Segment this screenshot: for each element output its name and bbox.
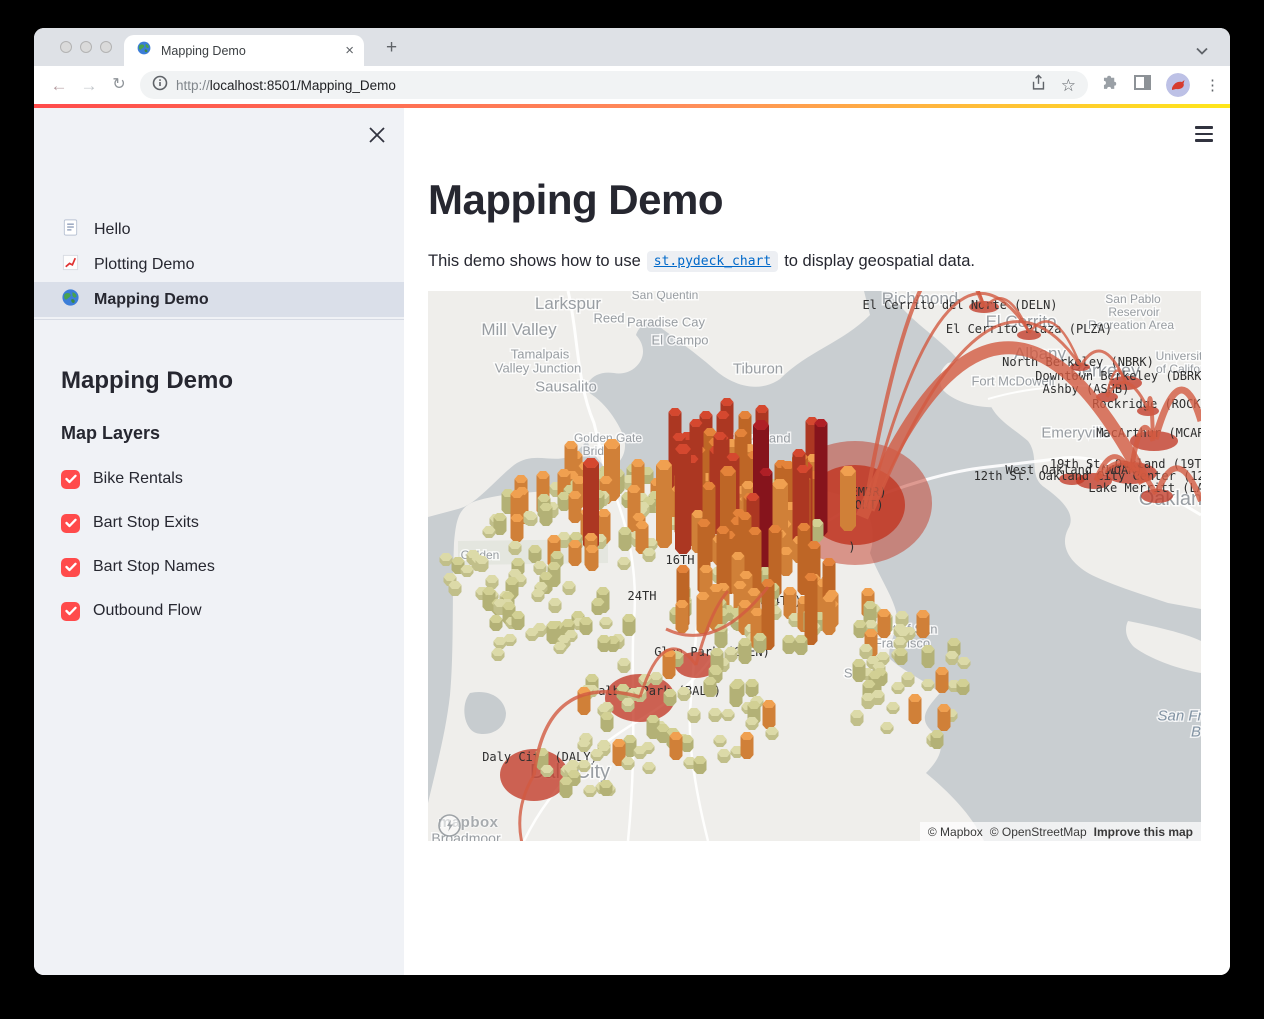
map-place-label: San Quentin (632, 291, 699, 302)
description-suffix: to display geospatial data. (784, 252, 975, 271)
reload-button[interactable]: ↻ (104, 77, 134, 93)
profile-avatar[interactable] (1166, 73, 1190, 97)
bookmark-star-icon[interactable]: ☆ (1061, 77, 1076, 94)
browser-toolbar: ← → ↻ http://localhost:8501/Mapping_Demo… (34, 66, 1230, 104)
mapbox-attribution-link[interactable]: © Mapbox (928, 825, 983, 839)
checkbox-checked-icon[interactable] (61, 470, 80, 489)
side-panel-icon[interactable] (1134, 75, 1151, 95)
layer-row-bike-rentals: Bike Rentals (61, 457, 215, 501)
globe-icon (61, 288, 80, 312)
checkbox-label[interactable]: Bart Stop Names (93, 558, 215, 576)
map-place-label: B (1191, 723, 1201, 740)
tab-search-chevron-icon[interactable] (1196, 42, 1208, 60)
chart-icon (61, 253, 80, 277)
layer-row-bart-stop-names: Bart Stop Names (61, 545, 215, 589)
new-tab-button[interactable]: + (386, 37, 397, 59)
minimize-window-button[interactable] (80, 41, 92, 53)
sidebar-item-mapping-demo[interactable]: Mapping Demo (34, 282, 404, 317)
sidebar: Hello Plotting Demo Mapping Demo Mapping D… (34, 108, 404, 975)
map-place-label: Reed (593, 311, 624, 326)
checkbox-checked-icon[interactable] (61, 514, 80, 533)
pydeck-chart-code-link[interactable]: st.pydeck_chart (647, 251, 778, 272)
map-place-label: University (1156, 349, 1201, 363)
sidebar-item-plotting-demo[interactable]: Plotting Demo (34, 247, 404, 282)
map-place-label: Tamalpais (511, 347, 570, 362)
mapbox-logo[interactable]: mapbox (438, 814, 499, 831)
map-layers-heading: Map Layers (61, 423, 160, 444)
map-place-label: Sausalito (535, 378, 597, 395)
map-place-label: San Fr (1157, 707, 1201, 724)
map-attribution: © Mapbox © OpenStreetMap Improve this ma… (920, 822, 1201, 841)
browser-tab[interactable]: Mapping Demo × (124, 35, 364, 66)
tab-close-icon[interactable]: × (345, 43, 354, 58)
close-window-button[interactable] (60, 41, 72, 53)
map-place-label: Valley Junction (495, 361, 581, 376)
osm-attribution-link[interactable]: © OpenStreetMap (990, 825, 1087, 839)
url-scheme: http:// (176, 78, 210, 93)
bart-station-label: Lake Merritt (LAKE) (1088, 481, 1201, 495)
bart-station-label: ) (848, 540, 855, 554)
map-canvas[interactable]: Larkspur San Quentin Mill Valley ReedParadi… (428, 291, 1201, 841)
pydeck-map[interactable]: Larkspur San Quentin Mill Valley ReedParadi… (428, 291, 1201, 841)
sidebar-item-label: Mapping Demo (94, 291, 209, 309)
tab-title: Mapping Demo (161, 44, 345, 58)
sidebar-close-icon[interactable] (367, 125, 387, 145)
browser-menu-dots-icon[interactable]: ⋮ (1205, 76, 1220, 94)
page-title: Mapping Demo (428, 176, 723, 224)
checkbox-label[interactable]: Outbound Flow (93, 602, 202, 620)
checkbox-label[interactable]: Bike Rentals (93, 470, 183, 488)
sidebar-item-label: Hello (94, 221, 130, 239)
url-path: localhost:8501/Mapping_Demo (210, 78, 396, 93)
checkbox-checked-icon[interactable] (61, 602, 80, 621)
sidebar-divider (34, 319, 404, 320)
sidebar-title: Mapping Demo (61, 367, 233, 395)
map-place-label: Larkspur (535, 294, 601, 313)
bart-station-label: 24TH (628, 589, 657, 603)
description-prefix: This demo shows how to use (428, 252, 641, 271)
page-description: This demo shows how to use st.pydeck_cha… (428, 251, 975, 272)
land-shape (1126, 621, 1201, 673)
sidebar-item-hello[interactable]: Hello (34, 212, 404, 247)
map-place-label: Tiburon (733, 360, 783, 377)
map-place-label: San Pablo (1105, 292, 1161, 306)
tab-strip: Mapping Demo × + (34, 28, 1230, 66)
sidebar-item-label: Plotting Demo (94, 256, 195, 274)
zoom-window-button[interactable] (100, 41, 112, 53)
map-place-label: Reservoir (1108, 305, 1159, 319)
browser-window: Mapping Demo × + ← → ↻ http://localhost:… (34, 28, 1230, 975)
url-text[interactable]: http://localhost:8501/Mapping_Demo (176, 78, 1030, 93)
extensions-puzzle-icon[interactable] (1100, 73, 1119, 97)
site-info-icon[interactable] (152, 75, 168, 96)
app-menu-hamburger-icon[interactable] (1195, 126, 1213, 142)
window-controls[interactable] (60, 41, 112, 53)
checkbox-checked-icon[interactable] (61, 558, 80, 577)
bart-station-label: 16TH (666, 553, 695, 567)
forward-button[interactable]: → (74, 77, 104, 94)
map-place-label: El Campo (651, 333, 708, 348)
main-content: Mapping Demo This demo shows how to use … (404, 108, 1230, 975)
share-icon[interactable] (1030, 74, 1047, 96)
layer-row-bart-stop-exits: Bart Stop Exits (61, 501, 215, 545)
address-bar[interactable]: http://localhost:8501/Mapping_Demo ☆ (140, 71, 1088, 99)
map-place-label: Paradise Cay (627, 315, 706, 330)
map-place-label: Mill Valley (481, 320, 557, 339)
tab-favicon-globe-icon (136, 40, 152, 61)
layer-checkbox-group: Bike Rentals Bart Stop Exits Bart Stop Nam… (61, 457, 215, 633)
back-button[interactable]: ← (44, 77, 74, 94)
checkbox-label[interactable]: Bart Stop Exits (93, 514, 199, 532)
layer-row-outbound-flow: Outbound Flow (61, 589, 215, 633)
sidebar-nav: Hello Plotting Demo Mapping Demo (34, 212, 404, 317)
doc-icon (61, 218, 80, 242)
improve-map-link[interactable]: Improve this map (1094, 825, 1193, 839)
